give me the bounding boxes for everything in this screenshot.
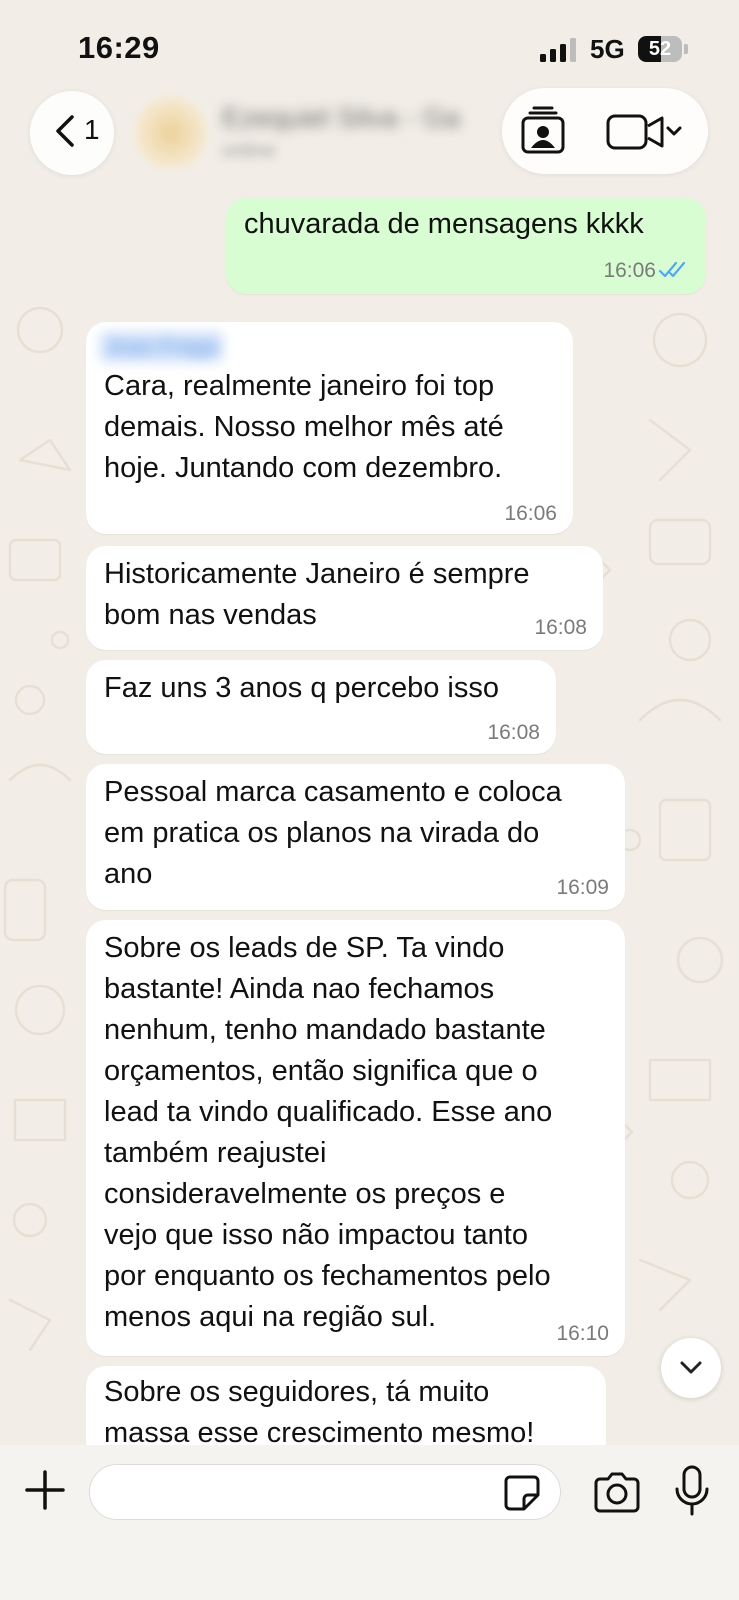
- contact-name[interactable]: Ezequiel Silva - Ga: [222, 102, 460, 134]
- contact-subtitle: online: [222, 140, 276, 162]
- sender-name: Joao Fraga: [100, 332, 224, 362]
- message-text-line: por enquanto os fechamentos pelo: [104, 1260, 551, 1292]
- message-bubble-incoming[interactable]: Historicamente Janeiro é sempre bom nas …: [86, 546, 603, 650]
- camera-icon[interactable]: [592, 1471, 642, 1515]
- chat-header: 1 Ezequiel Silva - Ga online: [0, 88, 739, 180]
- plus-icon[interactable]: [24, 1469, 66, 1511]
- message-text-line: menos aqui na região sul.: [104, 1301, 437, 1333]
- message-time: 16:10: [556, 1322, 609, 1345]
- message-text-line: bastante! Ainda nao fechamos: [104, 973, 495, 1005]
- message-bubble-incoming[interactable]: Pessoal marca casamento e coloca em prat…: [86, 764, 625, 910]
- message-text-line: Pessoal marca casamento e coloca: [104, 776, 562, 808]
- message-time: 16:08: [534, 616, 587, 639]
- message-text-line: demais. Nosso melhor mês até: [104, 411, 504, 443]
- message-text-line: bom nas vendas: [104, 599, 317, 631]
- message-bubble-outgoing[interactable]: chuvarada de mensagens kkkk 16:06: [226, 198, 706, 294]
- composer-bar: [0, 1445, 739, 1600]
- message-text-line: ano: [104, 858, 153, 890]
- message-text-line: Historicamente Janeiro é sempre: [104, 558, 530, 590]
- message-time: 16:09: [556, 876, 609, 899]
- message-text-line: em pratica os planos na virada do: [104, 817, 540, 849]
- message-text-line: Cara, realmente janeiro foi top: [104, 370, 495, 402]
- sticker-icon[interactable]: [502, 1473, 542, 1513]
- microphone-icon[interactable]: [672, 1465, 712, 1517]
- message-text-line: também reajustei: [104, 1137, 327, 1169]
- message-time: 16:06: [603, 259, 656, 282]
- message-bubble-incoming[interactable]: Faz uns 3 anos q percebo isso 16:08: [86, 660, 556, 754]
- message-text-line: Faz uns 3 anos q percebo isso: [104, 672, 499, 704]
- chevron-down-icon: [680, 1361, 702, 1374]
- unread-count: 1: [84, 114, 100, 145]
- message-text-line: orçamentos, então significa que o: [104, 1055, 538, 1087]
- message-bubble-incoming[interactable]: Sobre os seguidores, tá muito massa esse…: [86, 1366, 606, 1445]
- message-text-line: Sobre os leads de SP. Ta vindo: [104, 932, 505, 964]
- avatar[interactable]: [134, 96, 208, 170]
- back-button[interactable]: 1: [30, 91, 114, 175]
- message-text-line: consideravelmente os preços e: [104, 1178, 506, 1210]
- message-bubble-incoming[interactable]: Joao Fraga Cara, realmente janeiro foi t…: [86, 322, 573, 534]
- message-text-line: hoje. Juntando com dezembro.: [104, 452, 503, 484]
- header-actions: [502, 88, 708, 174]
- message-text-line: vejo que isso não impactou tanto: [104, 1219, 528, 1251]
- message-text: chuvarada de mensagens kkkk: [244, 208, 644, 240]
- message-text-line: lead ta vindo qualificado. Esse ano: [104, 1096, 553, 1128]
- chevron-left-icon: [56, 115, 74, 147]
- message-input[interactable]: [89, 1464, 561, 1520]
- message-time: 16:08: [487, 721, 540, 744]
- contact-card-icon[interactable]: [518, 106, 568, 156]
- message-text-line: nenhum, tenho mandado bastante: [104, 1014, 546, 1046]
- message-list[interactable]: chuvarada de mensagens kkkk 16:06 Joao F…: [0, 0, 739, 1445]
- message-text-line: massa esse crescimento mesmo!: [104, 1417, 535, 1445]
- message-time: 16:06: [504, 502, 557, 525]
- video-camera-icon[interactable]: [606, 112, 686, 152]
- message-bubble-incoming[interactable]: Sobre os leads de SP. Ta vindo bastante!…: [86, 920, 625, 1356]
- read-receipt-icon: [658, 261, 686, 278]
- message-text-line: Sobre os seguidores, tá muito: [104, 1376, 490, 1408]
- scroll-to-bottom-button[interactable]: [661, 1338, 721, 1398]
